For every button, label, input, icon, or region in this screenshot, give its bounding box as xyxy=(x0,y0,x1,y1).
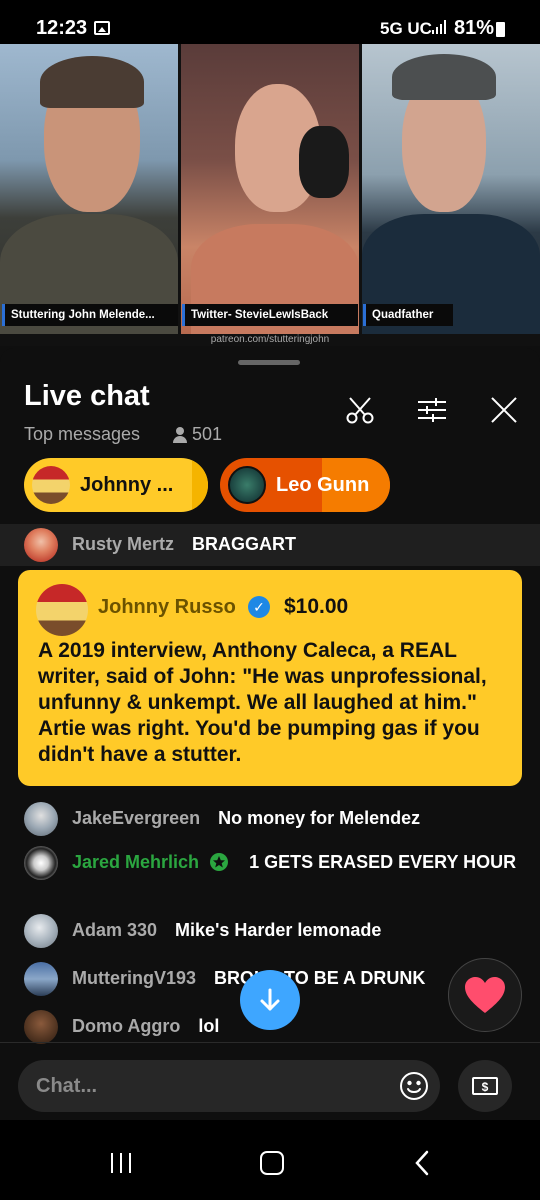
message-text: 1 GETS ERASED EVERY HOUR xyxy=(249,852,517,872)
member-badge-icon xyxy=(210,853,229,871)
video-watermark: patreon.com/stutteringjohn xyxy=(0,334,540,346)
speaker-label-1: Stuttering John Melende... xyxy=(2,304,178,326)
battery-percent: 81% xyxy=(454,17,495,39)
list-item[interactable]: Adam 330 Mike's Harder lemonade xyxy=(24,914,524,948)
ticker-leo-gunn[interactable]: Leo Gunn xyxy=(220,458,390,512)
message-text: BRAGGART xyxy=(192,534,297,554)
svg-text:$: $ xyxy=(482,1080,489,1094)
video-player[interactable]: Stuttering John Melende... Twitter- Stev… xyxy=(0,44,540,346)
author-name: MutteringV193 xyxy=(72,968,197,988)
video-panel-center xyxy=(181,44,359,334)
avatar xyxy=(24,1010,58,1044)
smiley-icon[interactable] xyxy=(398,1070,430,1102)
chat-title: Live chat xyxy=(24,380,150,412)
message-text: Mike's Harder lemonade xyxy=(175,920,382,940)
video-panel-right xyxy=(362,44,540,334)
author-name: Johnny Russo xyxy=(98,596,236,618)
avatar xyxy=(24,846,58,880)
list-item[interactable]: JakeEvergreen No money for Melendez xyxy=(24,802,524,836)
status-bar: 12:23 5G UC 81% xyxy=(0,0,540,44)
author-name: Adam 330 xyxy=(72,920,158,940)
home-icon[interactable] xyxy=(260,1151,284,1175)
viewer-count: 501 xyxy=(172,424,222,445)
message-text: No money for Melendez xyxy=(218,808,421,828)
list-item[interactable]: Rusty Mertz BRAGGART xyxy=(24,528,524,562)
dollar-bill-icon[interactable]: $ xyxy=(458,1060,512,1112)
avatar xyxy=(24,914,58,948)
scissors-icon[interactable] xyxy=(344,394,376,426)
message-text: A 2019 interview, Anthony Caleca, a REAL… xyxy=(38,639,487,766)
avatar xyxy=(24,802,58,836)
chat-input[interactable] xyxy=(36,1060,386,1112)
super-chat-amount: $10.00 xyxy=(284,595,349,618)
back-icon[interactable] xyxy=(414,1150,430,1176)
heart-icon[interactable] xyxy=(448,958,522,1032)
ticker-name: Leo Gunn xyxy=(276,473,370,496)
live-chat-panel: Live chat Top messages 501 Johnny ... Le… xyxy=(0,348,540,1200)
close-icon[interactable] xyxy=(488,394,520,426)
ticker-name: Johnny ... xyxy=(80,473,174,496)
list-item[interactable]: Jared Mehrlich 1 GETS ERASED EVERY HOUR xyxy=(24,846,524,880)
arrow-down-icon[interactable] xyxy=(240,970,300,1030)
avatar xyxy=(32,466,70,504)
author-name: JakeEvergreen xyxy=(72,808,201,828)
author-name: Jared Mehrlich xyxy=(72,852,200,872)
system-nav-bar xyxy=(0,1120,540,1200)
signal-icon xyxy=(432,20,448,34)
avatar xyxy=(228,466,266,504)
author-name: Domo Aggro xyxy=(72,1016,181,1036)
ticker-johnny[interactable]: Johnny ... xyxy=(24,458,208,512)
battery-icon xyxy=(496,22,505,37)
avatar xyxy=(24,962,58,996)
sliders-icon[interactable] xyxy=(416,394,448,426)
viewer-count-value: 501 xyxy=(192,424,223,444)
chat-input-container[interactable] xyxy=(18,1060,440,1112)
speaker-label-3: Quadfather xyxy=(363,304,453,326)
person-icon xyxy=(172,426,188,443)
video-panel-left xyxy=(0,44,178,334)
verified-icon: ✓ xyxy=(248,596,270,618)
gallery-notification-icon xyxy=(94,21,110,35)
network-type: 5G UC xyxy=(380,19,432,38)
recent-apps-icon[interactable] xyxy=(108,1152,134,1174)
avatar xyxy=(24,528,58,562)
message-text: lol xyxy=(198,1016,220,1036)
drag-handle[interactable] xyxy=(238,360,300,365)
chat-mode-dropdown[interactable]: Top messages xyxy=(24,424,140,445)
status-time: 12:23 xyxy=(36,17,88,39)
avatar xyxy=(36,584,88,636)
author-name: Rusty Mertz xyxy=(72,534,175,554)
speaker-label-2: Twitter- StevieLewIsBack xyxy=(182,304,358,326)
super-chat-card[interactable]: Johnny Russo ✓ $10.00 A 2019 interview, … xyxy=(18,570,522,786)
divider xyxy=(0,1042,540,1043)
